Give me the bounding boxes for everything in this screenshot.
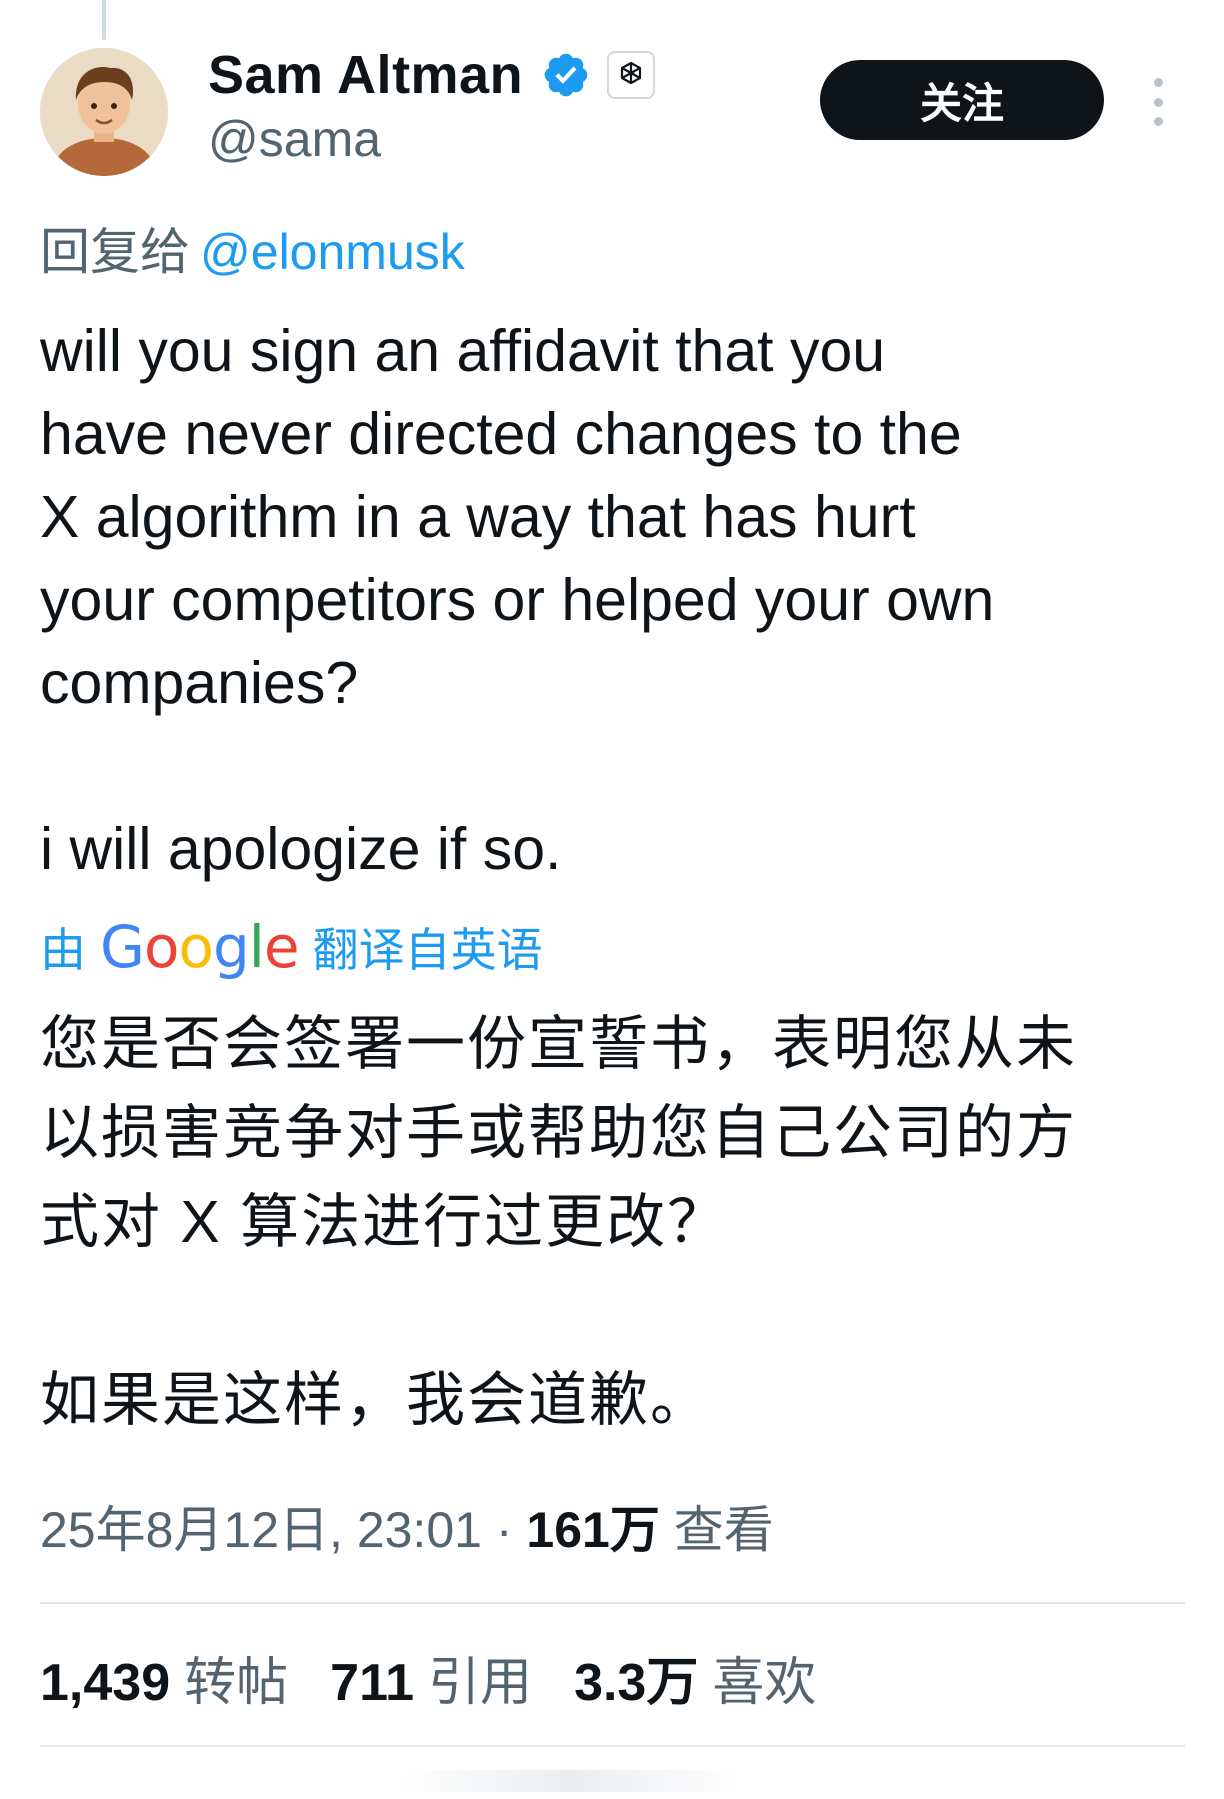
likes-count: 3.3万 bbox=[574, 1654, 699, 1712]
avatar[interactable] bbox=[40, 48, 168, 176]
more-options-icon[interactable] bbox=[1140, 78, 1176, 126]
more-dot bbox=[1153, 97, 1163, 107]
divider bbox=[40, 1602, 1185, 1604]
replying-to-line: 回复给 @elonmusk bbox=[40, 212, 465, 284]
translated-tweet-text: 您是否会签署一份宣誓书，表明您从未 以损害竞争对手或帮助您自己公司的方 式对 X… bbox=[40, 1011, 1078, 1433]
author-display-name[interactable]: Sam Altman bbox=[208, 44, 523, 106]
more-dot bbox=[1153, 117, 1163, 126]
author-handle[interactable]: @sama bbox=[208, 110, 381, 168]
openai-logo-icon[interactable] bbox=[607, 51, 656, 99]
author-name-row: Sam Altman bbox=[208, 44, 656, 106]
replying-to-mention-link[interactable]: @elonmusk bbox=[200, 224, 465, 280]
quotes-count: 711 bbox=[330, 1654, 415, 1712]
google-logo: Google bbox=[100, 913, 300, 981]
openai-knot-icon bbox=[620, 61, 642, 85]
reposts-label: 转帖 bbox=[184, 1654, 289, 1712]
translation-prefix: 由 bbox=[40, 924, 86, 976]
reposts-stat-link[interactable]: 1,439 转帖 bbox=[40, 1640, 288, 1715]
quotes-label: 引用 bbox=[428, 1654, 533, 1712]
views-count: 161万 bbox=[526, 1502, 660, 1558]
reposts-count: 1,439 bbox=[40, 1654, 171, 1712]
tweet-meta-row: 25年8月12日, 23:01 · 161万 查看 bbox=[40, 1490, 774, 1562]
tweet-body-text: will you sign an affidavit that you have… bbox=[40, 318, 995, 882]
likes-stat-link[interactable]: 3.3万 喜欢 bbox=[574, 1640, 816, 1715]
engagement-stats-row: 1,439 转帖 711 引用 3.3万 喜欢 bbox=[40, 1640, 858, 1715]
tweet-timestamp[interactable]: 25年8月12日, 23:01 bbox=[40, 1502, 482, 1558]
divider bbox=[40, 1745, 1185, 1747]
views-label: 查看 bbox=[673, 1502, 774, 1558]
likes-label: 喜欢 bbox=[712, 1654, 817, 1712]
translation-suffix: 翻译自英语 bbox=[312, 924, 543, 976]
follow-button[interactable]: 关注 bbox=[820, 60, 1104, 140]
verified-badge-icon[interactable] bbox=[541, 50, 591, 100]
watermark-strip bbox=[400, 1770, 740, 1792]
meta-separator: · bbox=[495, 1502, 513, 1558]
translated-by-google-link[interactable]: 由 Google 翻译自英语 bbox=[40, 912, 543, 982]
avatar-illustration-icon bbox=[40, 48, 168, 176]
thread-connector-line bbox=[102, 0, 106, 40]
replying-to-label: 回复给 bbox=[40, 224, 190, 280]
more-dot bbox=[1153, 78, 1163, 87]
quotes-stat-link[interactable]: 711 引用 bbox=[330, 1640, 532, 1715]
